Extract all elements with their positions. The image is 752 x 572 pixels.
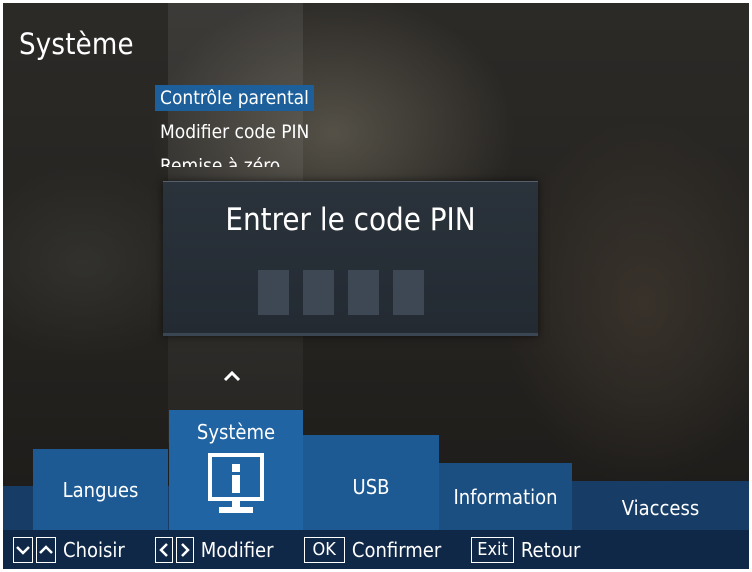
menu-item-reset[interactable]: Remise à zéro xyxy=(155,153,314,167)
tv-screen: Système Contrôle parental Modifier code … xyxy=(3,3,749,569)
hint-choose: Choisir xyxy=(13,536,125,563)
exit-key-icon: Exit xyxy=(471,536,514,563)
chevron-right-icon xyxy=(175,536,194,563)
pin-digit-1[interactable] xyxy=(258,270,289,315)
pin-digit-3[interactable] xyxy=(348,270,379,315)
tab-label: Viaccess xyxy=(621,496,700,520)
chevron-up-icon[interactable] xyxy=(223,363,241,387)
tab-label: Langues xyxy=(62,477,139,502)
tab-usb[interactable]: USB xyxy=(303,435,439,530)
pin-input[interactable] xyxy=(258,270,424,315)
hint-modify: Modifier xyxy=(154,536,274,563)
hint-modify-label: Modifier xyxy=(200,537,274,562)
hint-choose-label: Choisir xyxy=(63,537,125,562)
menu-item-parental-control[interactable]: Contrôle parental xyxy=(155,85,314,111)
pin-digit-4[interactable] xyxy=(393,270,424,315)
chevron-left-icon xyxy=(154,536,173,563)
chevron-down-icon xyxy=(13,536,33,563)
page-title: Système xyxy=(19,27,134,61)
tab-langues[interactable]: Langues xyxy=(33,449,168,530)
menu-item-change-pin[interactable]: Modifier code PIN xyxy=(155,119,314,145)
pin-dialog-title: Entrer le code PIN xyxy=(225,202,476,238)
chevron-up-icon xyxy=(36,536,56,563)
hint-confirm: OK Confirmer xyxy=(303,536,442,563)
tab-label: Système xyxy=(196,420,276,444)
pin-dialog: Entrer le code PIN xyxy=(163,181,538,336)
tab-information[interactable]: Information xyxy=(439,463,572,530)
hint-back-label: Retour xyxy=(520,537,581,562)
tab-label: USB xyxy=(352,475,390,499)
dialog-divider xyxy=(163,333,538,336)
info-monitor-icon xyxy=(207,452,265,522)
settings-menu: Contrôle parental Modifier code PIN Remi… xyxy=(155,85,314,167)
ok-key-icon: OK xyxy=(303,536,345,563)
hint-confirm-label: Confirmer xyxy=(351,537,442,562)
tab-viaccess[interactable]: Viaccess xyxy=(572,481,749,530)
hint-bar: Choisir Modifier OK Confirmer Exit Retou… xyxy=(3,530,749,569)
pin-digit-2[interactable] xyxy=(303,270,334,315)
tab-label: Information xyxy=(453,484,558,509)
tab-systeme[interactable]: Système xyxy=(169,410,303,530)
hint-back: Exit Retour xyxy=(471,536,581,563)
